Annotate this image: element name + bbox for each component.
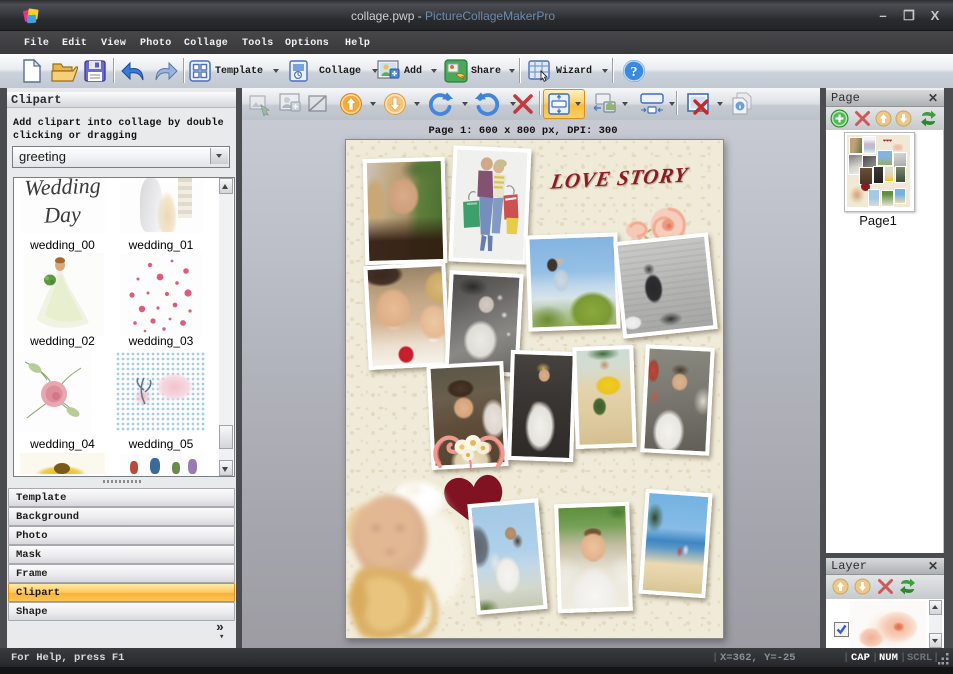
svg-text:?: ?	[631, 65, 638, 80]
